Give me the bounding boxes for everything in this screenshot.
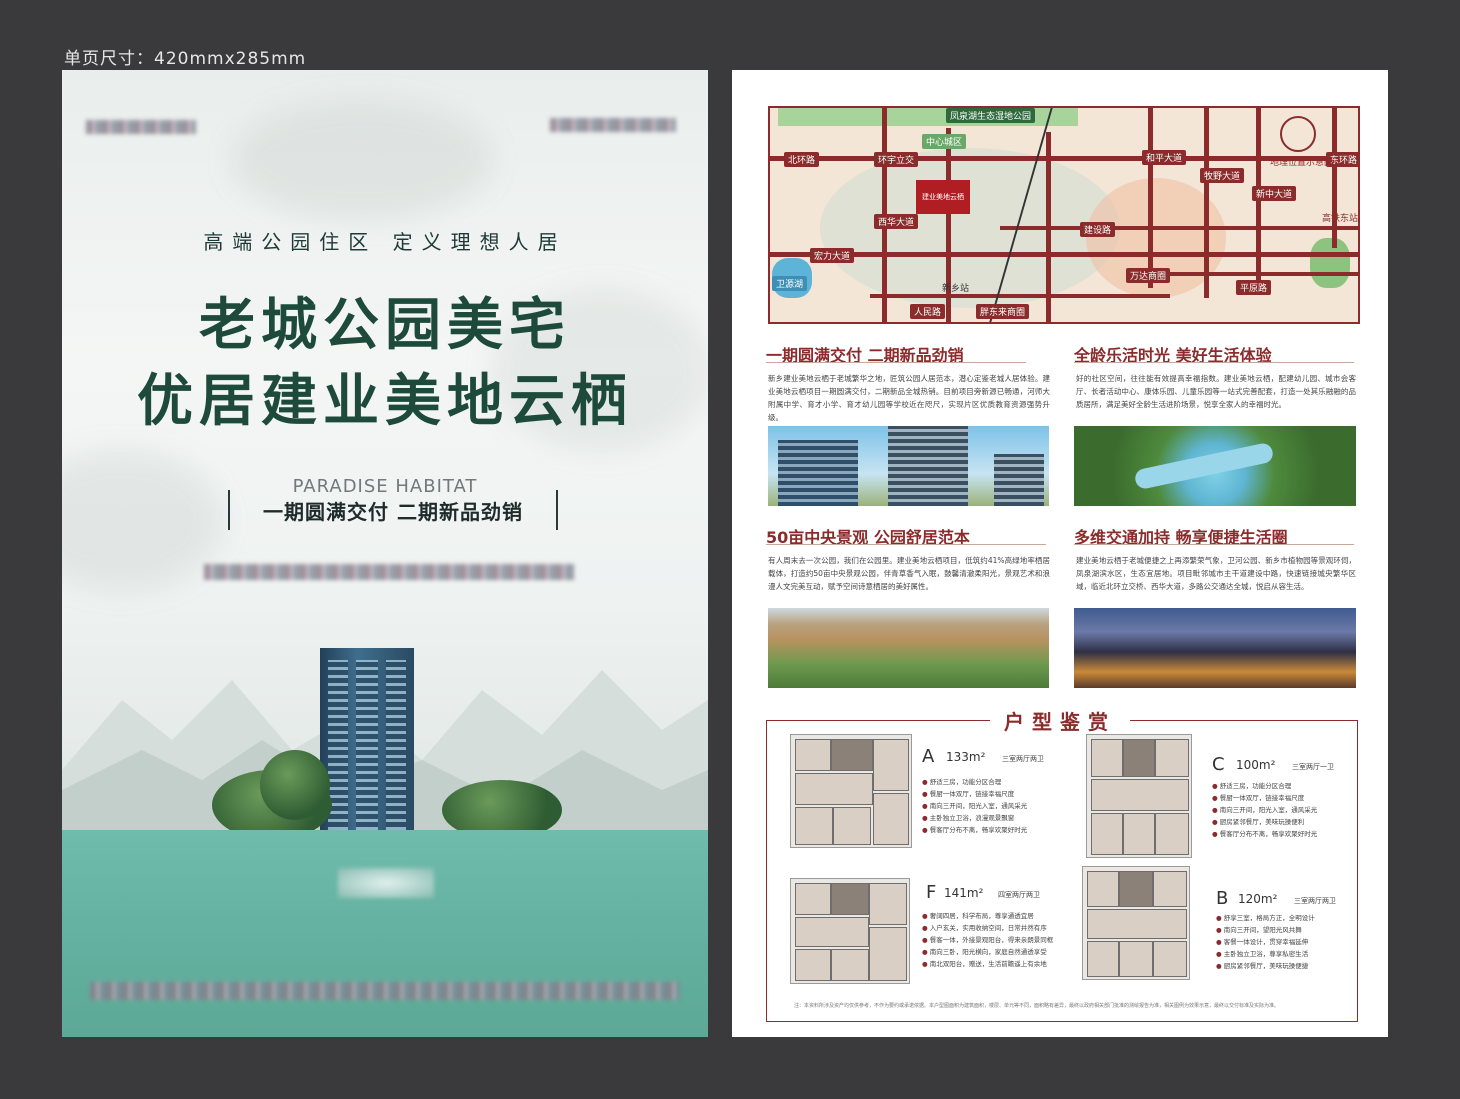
map-label-hongli: 宏力大道 bbox=[810, 248, 855, 263]
cover-page: 高端公园住区 定义理想人居 老城公园美宅 优居建业美地云栖 PARADISE H… bbox=[62, 70, 708, 1037]
map-label-xinzhong: 新中大道 bbox=[1252, 186, 1297, 201]
map-label-muye: 牧野大道 bbox=[1200, 168, 1245, 183]
section-text-landscape: 有人周末去一次公园，我们在公园里。建业美地云栖项目，低筑约41%高绿地率栖居载体… bbox=[768, 556, 1050, 591]
map-label-hsr: 高铁东站 bbox=[1322, 214, 1359, 224]
photo-central-park bbox=[768, 608, 1049, 688]
main-title-line1: 老城公园美宅 bbox=[199, 293, 571, 358]
section-text-lifestyle: 好的社区空间，往往能有效提高幸福指数。建业美地云栖，配建幼儿园、城市会客厅、长者… bbox=[1076, 374, 1356, 409]
plan-f-features: 奢阔四居，科学布局，尊享通透宜居入户玄关，实用收纳空间，日常井然有序餐客一体，外… bbox=[922, 910, 1054, 970]
map-legend: 地理位置示意图 bbox=[1270, 158, 1334, 168]
plan-f-area: 141m² bbox=[944, 886, 984, 900]
photo-city-overpass bbox=[1074, 608, 1356, 688]
map-label-xihua: 西华大道 bbox=[874, 214, 919, 229]
map-label-huanyu: 环宇立交 bbox=[874, 152, 919, 167]
plan-c-type: C bbox=[1212, 754, 1225, 775]
blurred-logo-right bbox=[550, 118, 676, 132]
plan-f-type: F bbox=[926, 882, 937, 903]
phase-tagline: 一期圆满交付 二期新品劲销 bbox=[263, 500, 523, 524]
plan-b-type: B bbox=[1216, 888, 1229, 909]
map-label-north-ring: 北环路 bbox=[784, 152, 820, 167]
map-label-station: 新乡站 bbox=[942, 284, 970, 294]
plan-f-desc: 四室两厅两卫 bbox=[998, 891, 1040, 899]
footnote: 注：本资料所涉及资产均仅供参考，不作为要约或承诺依据。本户型图面积为建筑面积，楼… bbox=[794, 1003, 1280, 1009]
floorplan-a bbox=[790, 734, 912, 848]
map-label-renmin: 人民路 bbox=[910, 304, 946, 319]
plan-b-area: 120m² bbox=[1238, 892, 1278, 906]
map-label-heping: 和平大道 bbox=[1142, 150, 1187, 165]
map-label-jianshe: 建设路 bbox=[1080, 222, 1116, 237]
plan-b-features: 舒享三室，格局方正，全明设计南向三开间，望阳光风共舞客餐一体设计，贯穿幸福延伸主… bbox=[1216, 912, 1315, 972]
blurred-info-bar bbox=[204, 564, 574, 580]
page-size-label: 单页尺寸：420mmx285mm bbox=[64, 49, 307, 69]
plan-a-type: A bbox=[922, 746, 935, 767]
floorplan-title: 户型鉴赏 bbox=[732, 706, 1388, 735]
plan-c-desc: 三室两厅一卫 bbox=[1292, 763, 1334, 771]
blurred-contact-bar bbox=[90, 982, 680, 1000]
photo-residential-towers bbox=[768, 426, 1049, 506]
project-marker: 建业美地云栖 bbox=[916, 180, 970, 214]
floorplan-f bbox=[790, 878, 910, 984]
floorplan-c bbox=[1086, 734, 1192, 858]
main-title-line2: 优居建业美地云栖 bbox=[137, 369, 633, 434]
slogan: 高端公园住区 定义理想人居 bbox=[203, 230, 567, 254]
section-text-transport: 建业美地云栖于老城便捷之上再添繁荣气象，卫河公园、新乡市植物园等景观环伺，凤泉湖… bbox=[1076, 556, 1356, 591]
blurred-logo-left bbox=[86, 120, 196, 134]
info-page: 凤泉湖生态湿地公园 中心城区 北环路 环宇立交 西华大道 宏力大道 卫源湖 新乡… bbox=[732, 70, 1388, 1037]
map-label-wanda: 万达商圈 bbox=[1126, 268, 1171, 283]
section-text-delivery: 新乡建业美地云栖于老城繁华之地，匠筑公园人居范本，潜心定鉴老城人居体验。建业美地… bbox=[768, 374, 1050, 422]
map-label-weiyuan: 卫源湖 bbox=[772, 276, 808, 291]
compass-icon bbox=[1280, 116, 1316, 152]
blurred-logo-bottom bbox=[338, 868, 434, 898]
water-base bbox=[62, 830, 708, 1037]
map-label-pangdonglai: 胖东来商圈 bbox=[976, 304, 1030, 319]
map-label-park: 凤泉湖生态湿地公园 bbox=[946, 108, 1036, 123]
location-map: 凤泉湖生态湿地公园 中心城区 北环路 环宇立交 西华大道 宏力大道 卫源湖 新乡… bbox=[768, 106, 1360, 324]
map-label-center: 中心城区 bbox=[922, 134, 967, 149]
floorplan-b bbox=[1082, 866, 1190, 980]
plan-c-features: 舒适三房，功能分区合理餐厨一体双厅，链接幸福尺度南向三开间，阳光入室，通风采光厨… bbox=[1212, 780, 1318, 840]
plan-a-area: 133m² bbox=[946, 750, 986, 764]
plan-a-features: 舒适三房，功能分区合理餐厨一体双厅，链接幸福尺度南向三开间，阳光入室，通风采光主… bbox=[922, 776, 1028, 836]
map-label-pingyuan: 平原路 bbox=[1236, 280, 1272, 295]
building-tower bbox=[320, 648, 414, 838]
plan-a-desc: 三室两厅两卫 bbox=[1002, 755, 1044, 763]
tree-cluster-left-top bbox=[260, 750, 330, 820]
plan-c-area: 100m² bbox=[1236, 758, 1276, 772]
photo-landscape-garden bbox=[1074, 426, 1356, 506]
plan-b-desc: 三室两厅两卫 bbox=[1294, 897, 1336, 905]
